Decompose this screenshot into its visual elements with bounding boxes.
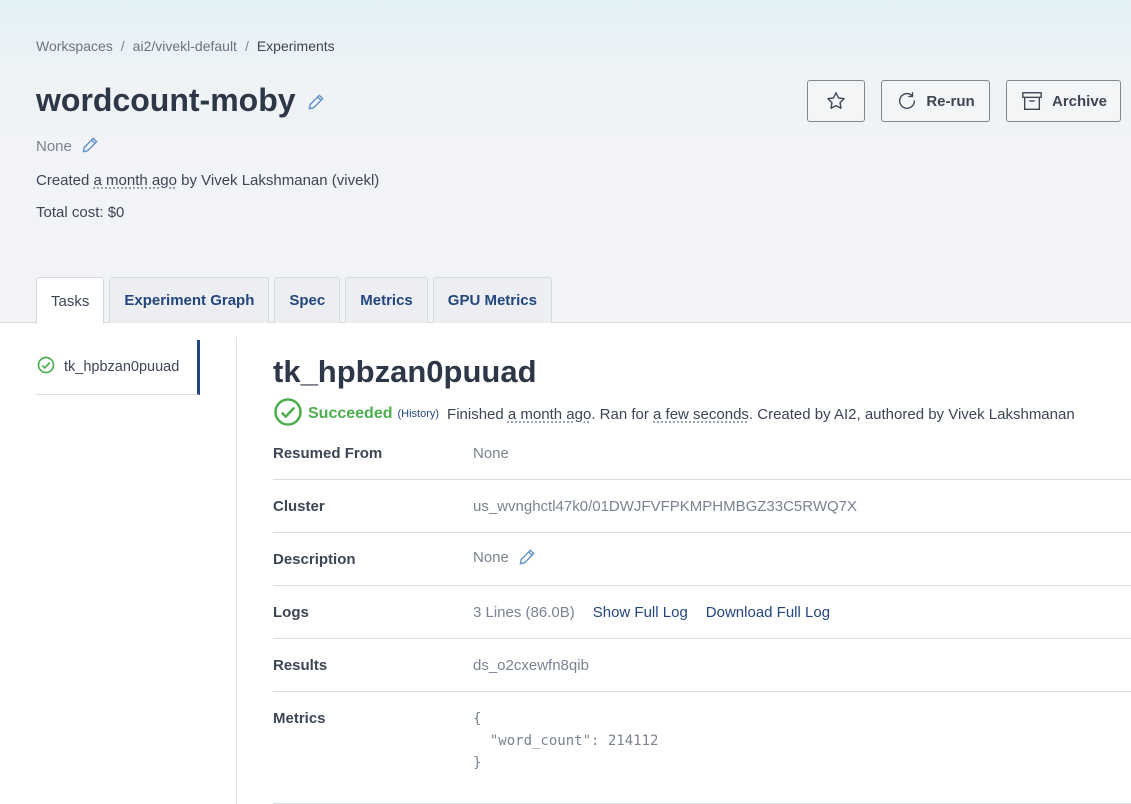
logs-size: 3 Lines (86.0B) xyxy=(473,604,575,621)
task-sidebar: tk_hpbzan0puuad xyxy=(36,340,200,395)
status-succeeded: Succeeded xyxy=(308,405,393,422)
resumed-from-value: None xyxy=(473,445,509,462)
sidebar-item-task[interactable]: tk_hpbzan0puuad xyxy=(36,340,200,395)
finished-relative-time: a month ago xyxy=(507,405,592,423)
finished-prefix: Finished xyxy=(447,405,504,423)
detail-row-logs: Logs 3 Lines (86.0B) Show Full Log Downl… xyxy=(273,586,1131,639)
metrics-json: { "word_count": 214112 } xyxy=(473,711,659,771)
experiment-description: None xyxy=(36,135,102,157)
rerun-label: Re-run xyxy=(926,92,975,110)
breadcrumb-separator: / xyxy=(120,38,125,54)
page-title: wordcount-moby xyxy=(36,82,328,119)
breadcrumb-separator: / xyxy=(244,38,249,54)
run-duration: a few seconds xyxy=(653,405,749,423)
detail-row-description: Description None xyxy=(273,533,1131,586)
refresh-icon xyxy=(896,90,918,112)
description-label: Description xyxy=(273,551,356,568)
content-divider xyxy=(236,337,237,804)
detail-row-metrics: Metrics { "word_count": 214112 } xyxy=(273,692,1131,804)
detail-row-results: Results ds_o2cxewfn8qib xyxy=(273,639,1131,692)
history-link[interactable]: (History) xyxy=(397,408,439,420)
edit-description-pencil-icon[interactable] xyxy=(80,135,102,157)
breadcrumb-current: Experiments xyxy=(256,38,335,54)
experiment-header: Workspaces / ai2/vivekl-default / Experi… xyxy=(0,0,1131,324)
show-full-log-link[interactable]: Show Full Log xyxy=(593,604,688,621)
task-created-info: . Created by AI2, authored by Vivek Laks… xyxy=(748,405,1075,423)
created-info: Created a month ago by Vivek Lakshmanan … xyxy=(36,172,379,189)
breadcrumb-workspaces[interactable]: Workspaces xyxy=(36,38,113,54)
rerun-button[interactable]: Re-run xyxy=(881,80,990,122)
check-circle-icon xyxy=(36,355,56,379)
breadcrumb: Workspaces / ai2/vivekl-default / Experi… xyxy=(36,38,335,54)
task-status: Succeeded (History) Finished a month ago… xyxy=(273,397,1075,431)
ran-prefix: . Ran for xyxy=(591,405,649,423)
experiment-tabs: Tasks Experiment Graph Spec Metrics GPU … xyxy=(36,277,552,324)
cluster-label: Cluster xyxy=(273,498,325,515)
tab-spec[interactable]: Spec xyxy=(274,277,341,323)
tab-gpu-metrics[interactable]: GPU Metrics xyxy=(432,277,552,323)
resumed-from-label: Resumed From xyxy=(273,445,383,462)
logs-label: Logs xyxy=(273,604,309,621)
created-author: by Vivek Lakshmanan (vivekl) xyxy=(181,172,380,189)
task-title: tk_hpbzan0puuad xyxy=(273,354,537,389)
star-button[interactable] xyxy=(807,80,865,122)
description-text: None xyxy=(36,137,72,155)
edit-task-description-pencil-icon[interactable] xyxy=(517,547,537,567)
archive-button[interactable]: Archive xyxy=(1006,80,1121,122)
detail-row-cluster: Cluster us_wvnghctl47k0/01DWJFVFPKMPHMBG… xyxy=(273,480,1131,533)
success-check-icon xyxy=(273,397,303,431)
edit-name-pencil-icon[interactable] xyxy=(306,92,328,114)
star-icon xyxy=(825,90,847,112)
description-value-group: None xyxy=(473,547,537,567)
breadcrumb-workspace[interactable]: ai2/vivekl-default xyxy=(133,38,237,54)
task-description-value: None xyxy=(473,548,509,566)
experiment-name: wordcount-moby xyxy=(36,82,296,118)
tab-metrics[interactable]: Metrics xyxy=(345,277,428,323)
archive-label: Archive xyxy=(1051,92,1108,110)
created-relative-time: a month ago xyxy=(93,172,177,189)
logs-value-group: 3 Lines (86.0B) Show Full Log Download F… xyxy=(473,604,830,621)
tab-experiment-graph[interactable]: Experiment Graph xyxy=(109,277,270,323)
sidebar-task-label: tk_hpbzan0puuad xyxy=(64,359,180,375)
detail-row-resumed-from: Resumed From None xyxy=(273,440,1131,480)
tab-tasks[interactable]: Tasks xyxy=(36,277,105,324)
download-full-log-link[interactable]: Download Full Log xyxy=(706,604,830,621)
created-prefix: Created xyxy=(36,172,90,189)
cluster-link[interactable]: us_wvnghctl47k0/01DWJFVFPKMPHMBGZ33C5RWQ… xyxy=(473,498,857,515)
results-dataset-link[interactable]: ds_o2cxewfn8qib xyxy=(473,657,589,674)
total-cost: Total cost: $0 xyxy=(36,204,125,221)
results-label: Results xyxy=(273,657,328,674)
archive-icon xyxy=(1020,90,1044,112)
metrics-label: Metrics xyxy=(273,710,326,727)
